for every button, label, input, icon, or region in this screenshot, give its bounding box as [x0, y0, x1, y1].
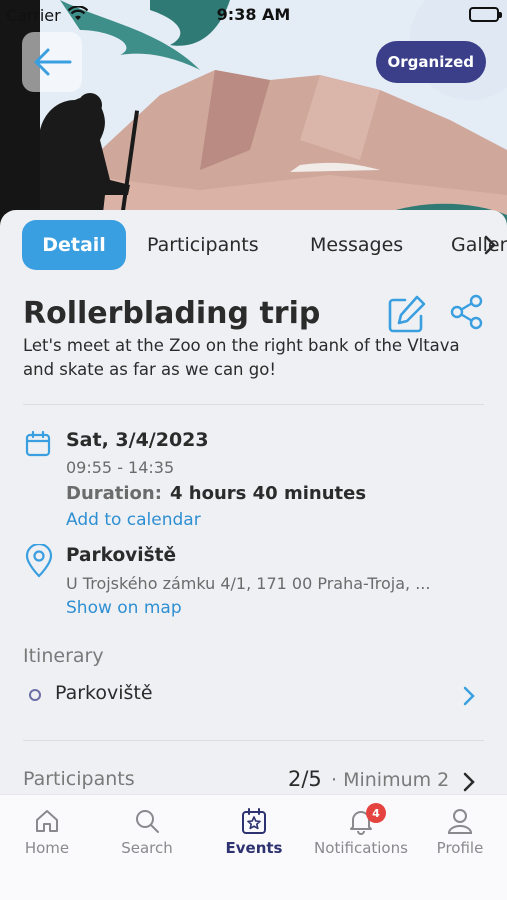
event-address: U Trojského zámku 4/1, 171 00 Praha-Troj… [66, 574, 431, 593]
itinerary-label: Itinerary [23, 645, 104, 667]
nav-search[interactable]: Search [97, 807, 197, 857]
itinerary-item-label: Parkoviště [55, 682, 153, 704]
battery-icon [469, 7, 502, 22]
nav-notifications-label: Notifications [314, 839, 408, 857]
participants-minimum: · Minimum 2 [331, 769, 450, 791]
event-time-range: 09:55 - 14:35 [66, 458, 175, 477]
chevron-right-icon[interactable] [461, 771, 477, 793]
chevron-right-icon[interactable] [461, 685, 477, 707]
search-icon [136, 810, 159, 833]
nav-profile[interactable]: Profile [410, 807, 507, 857]
share-icon[interactable] [449, 294, 485, 330]
events-icon [242, 808, 266, 834]
tab-participants[interactable]: Participants [147, 220, 259, 270]
chevron-right-icon[interactable] [482, 234, 498, 256]
event-title: Rollerblading trip [23, 296, 321, 331]
back-button[interactable] [22, 32, 82, 92]
organized-badge: Organized [375, 41, 486, 83]
nav-notifications[interactable]: 4 Notifications [311, 803, 411, 857]
arrow-left-icon [34, 48, 72, 76]
divider [23, 404, 484, 405]
calendar-icon [25, 430, 51, 457]
nav-home-label: Home [24, 839, 70, 857]
status-time: 9:38 AM [216, 5, 291, 24]
notification-count-badge: 4 [366, 803, 386, 823]
bottom-tab-bar: Home Search Events 4 Notifications Profi… [0, 794, 507, 900]
edit-icon[interactable] [387, 294, 427, 334]
show-on-map-link[interactable]: Show on map [66, 598, 182, 618]
add-to-calendar-link[interactable]: Add to calendar [66, 510, 201, 530]
event-date: Sat, 3/4/2023 [66, 429, 209, 451]
nav-events-label: Events [225, 839, 283, 857]
nav-profile-label: Profile [436, 839, 484, 857]
event-description: Let's meet at the Zoo on the right bank … [23, 336, 460, 379]
nav-home[interactable]: Home [0, 807, 97, 857]
location-pin-icon [25, 544, 53, 578]
status-bar: Carrier 9:38 AM [0, 0, 507, 30]
duration-label: Duration: [66, 483, 162, 504]
nav-search-label: Search [121, 839, 173, 857]
tab-bar-top: Detail Participants Messages Gallery [0, 220, 507, 272]
duration-value: 4 hours 40 minutes [170, 483, 367, 504]
event-detail-sheet: Detail Participants Messages Gallery Rol… [0, 210, 507, 810]
participants-count: 2/5 [288, 767, 322, 791]
event-place: Parkoviště [66, 545, 176, 566]
tab-gallery[interactable]: Gallery [451, 220, 507, 270]
tab-detail[interactable]: Detail [22, 220, 126, 270]
tab-messages[interactable]: Messages [310, 220, 403, 270]
divider [23, 740, 484, 741]
nav-events[interactable]: Events [204, 807, 304, 857]
home-icon [36, 810, 58, 832]
participants-label: Participants [23, 768, 135, 790]
itinerary-dot-icon [29, 689, 41, 701]
profile-icon [447, 809, 473, 834]
